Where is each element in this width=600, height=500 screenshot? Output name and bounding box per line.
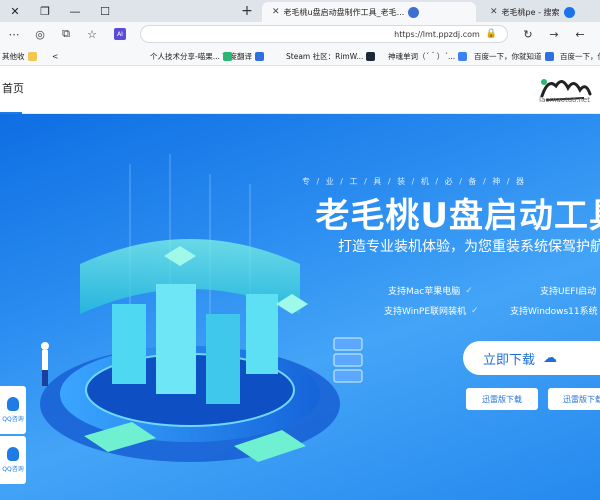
bookmark-item[interactable]: 个人技术分享-喵果...: [150, 49, 232, 63]
ai-badge[interactable]: AI: [114, 28, 126, 40]
feature-winpe: 支持WinPE联网装机 ✓: [384, 304, 481, 318]
download-button[interactable]: 立即下载 ☁: [463, 341, 600, 375]
bookmarks-bar: 其他收 < 百度翻译 个人技术分享-喵果... Steam 社区：RimW...…: [0, 46, 600, 66]
hero-subtitle: 打造专业装机体验，为您重装系统保驾护航: [338, 239, 600, 255]
back-icon[interactable]: ←: [572, 26, 588, 42]
chevron-icon[interactable]: <: [52, 49, 58, 63]
thunder-download-button[interactable]: 迅雷版下载: [466, 388, 538, 410]
cloud-download-icon: ☁: [543, 350, 558, 366]
laomaotao-logo[interactable]: [536, 72, 592, 112]
refresh-icon[interactable]: ↻: [520, 26, 536, 42]
server-stack-icon: [333, 337, 363, 383]
steam-icon: [366, 51, 376, 61]
restore-window-icon[interactable]: ❐: [30, 0, 60, 22]
check-icon: ✓: [471, 305, 479, 316]
thunder-download-button[interactable]: 迅雷版下载: [548, 388, 600, 410]
bookmark-item[interactable]: Steam 社区：RimW...: [286, 49, 376, 63]
new-tab-button[interactable]: +: [238, 2, 256, 20]
qq-icon: [7, 397, 19, 411]
feature-mac: 支持Mac苹果电脑 ✓: [388, 284, 475, 298]
close-window-button[interactable]: ✕: [0, 0, 30, 22]
tab-search[interactable]: ✕ 老毛桃pe - 搜索: [480, 2, 600, 22]
bookmark-item[interactable]: 百度一下，你就知道: [474, 49, 554, 63]
hero-slogan: 专 / 业 / 工 / 具 / 装 / 机 / 必 / 备 / 神 / 器: [301, 177, 526, 186]
url-text: https://lmt.ppzdj.com: [394, 29, 480, 39]
feature-uefi: 支持UEFI启动 ✓: [540, 287, 597, 297]
collections-icon[interactable]: ⧉: [58, 26, 74, 42]
qq-icon: [7, 447, 19, 461]
server-platform-illustration: [40, 154, 340, 462]
lock-icon[interactable]: 🔒: [486, 29, 497, 39]
bing-favicon-icon: [563, 6, 575, 18]
site-favicon-icon: [408, 6, 420, 18]
copilot-icon[interactable]: ◎: [32, 26, 48, 42]
forward-icon[interactable]: →: [546, 26, 562, 42]
address-bar[interactable]: https://lmt.ppzdj.com 🔒: [140, 25, 508, 43]
profile-icon[interactable]: ☐: [90, 0, 120, 22]
baidu-icon: [544, 51, 554, 61]
qq-consult-button[interactable]: QQ咨询: [0, 386, 26, 434]
tab-bar: ✕ ❐ — ☐ ✕ 老毛桃pe - 搜索 ✕ 老毛桃u盘启动盘制作工具_老毛..…: [0, 0, 600, 22]
baidu-translate-icon: [255, 51, 264, 61]
bookmark-item[interactable]: 神魂单词（ˊ＾）ˊ...: [388, 49, 468, 63]
bookmark-icon: [222, 51, 232, 61]
menu-icon[interactable]: ⋯: [6, 26, 22, 42]
tab-title: 老毛桃u盘启动盘制作工具_老毛...: [283, 7, 405, 17]
tab-close-icon[interactable]: ✕: [272, 7, 280, 17]
tab-title: 老毛桃pe - 搜索: [501, 7, 560, 17]
folder-icon: [27, 51, 37, 61]
hero-banner: 专 / 业 / 工 / 具 / 装 / 机 / 必 / 备 / 神 / 器 老毛…: [0, 114, 600, 500]
favorites-icon[interactable]: ☆: [84, 26, 100, 42]
bookmark-icon: [458, 51, 468, 61]
check-icon: ✓: [465, 285, 473, 296]
minimize-window-button[interactable]: —: [60, 0, 90, 22]
hero-title: 老毛桃U盘启动工具: [315, 196, 600, 236]
logo-domain: laomaotao.net: [539, 96, 590, 104]
browser-window: ✕ ❐ — ☐ ✕ 老毛桃pe - 搜索 ✕ 老毛桃u盘启动盘制作工具_老毛..…: [0, 0, 600, 500]
nav-home[interactable]: 首页: [0, 80, 24, 96]
bookmark-item[interactable]: 百度一下，你就知道: [560, 49, 600, 63]
qq-consult-button[interactable]: QQ咨询: [0, 436, 26, 484]
bookmark-other[interactable]: 其他收: [2, 49, 37, 63]
feature-win11: 支持Windows11系统 ✓: [510, 307, 598, 317]
site-header: 首页 laomaotao.net: [0, 66, 600, 114]
toolbar: ⋯ ◎ ⧉ ☆ AI https://lmt.ppzdj.com 🔒 ↻ → ←: [0, 22, 600, 46]
tab-close-icon[interactable]: ✕: [490, 7, 498, 17]
tab-active[interactable]: ✕ 老毛桃u盘启动盘制作工具_老毛...: [262, 2, 476, 22]
